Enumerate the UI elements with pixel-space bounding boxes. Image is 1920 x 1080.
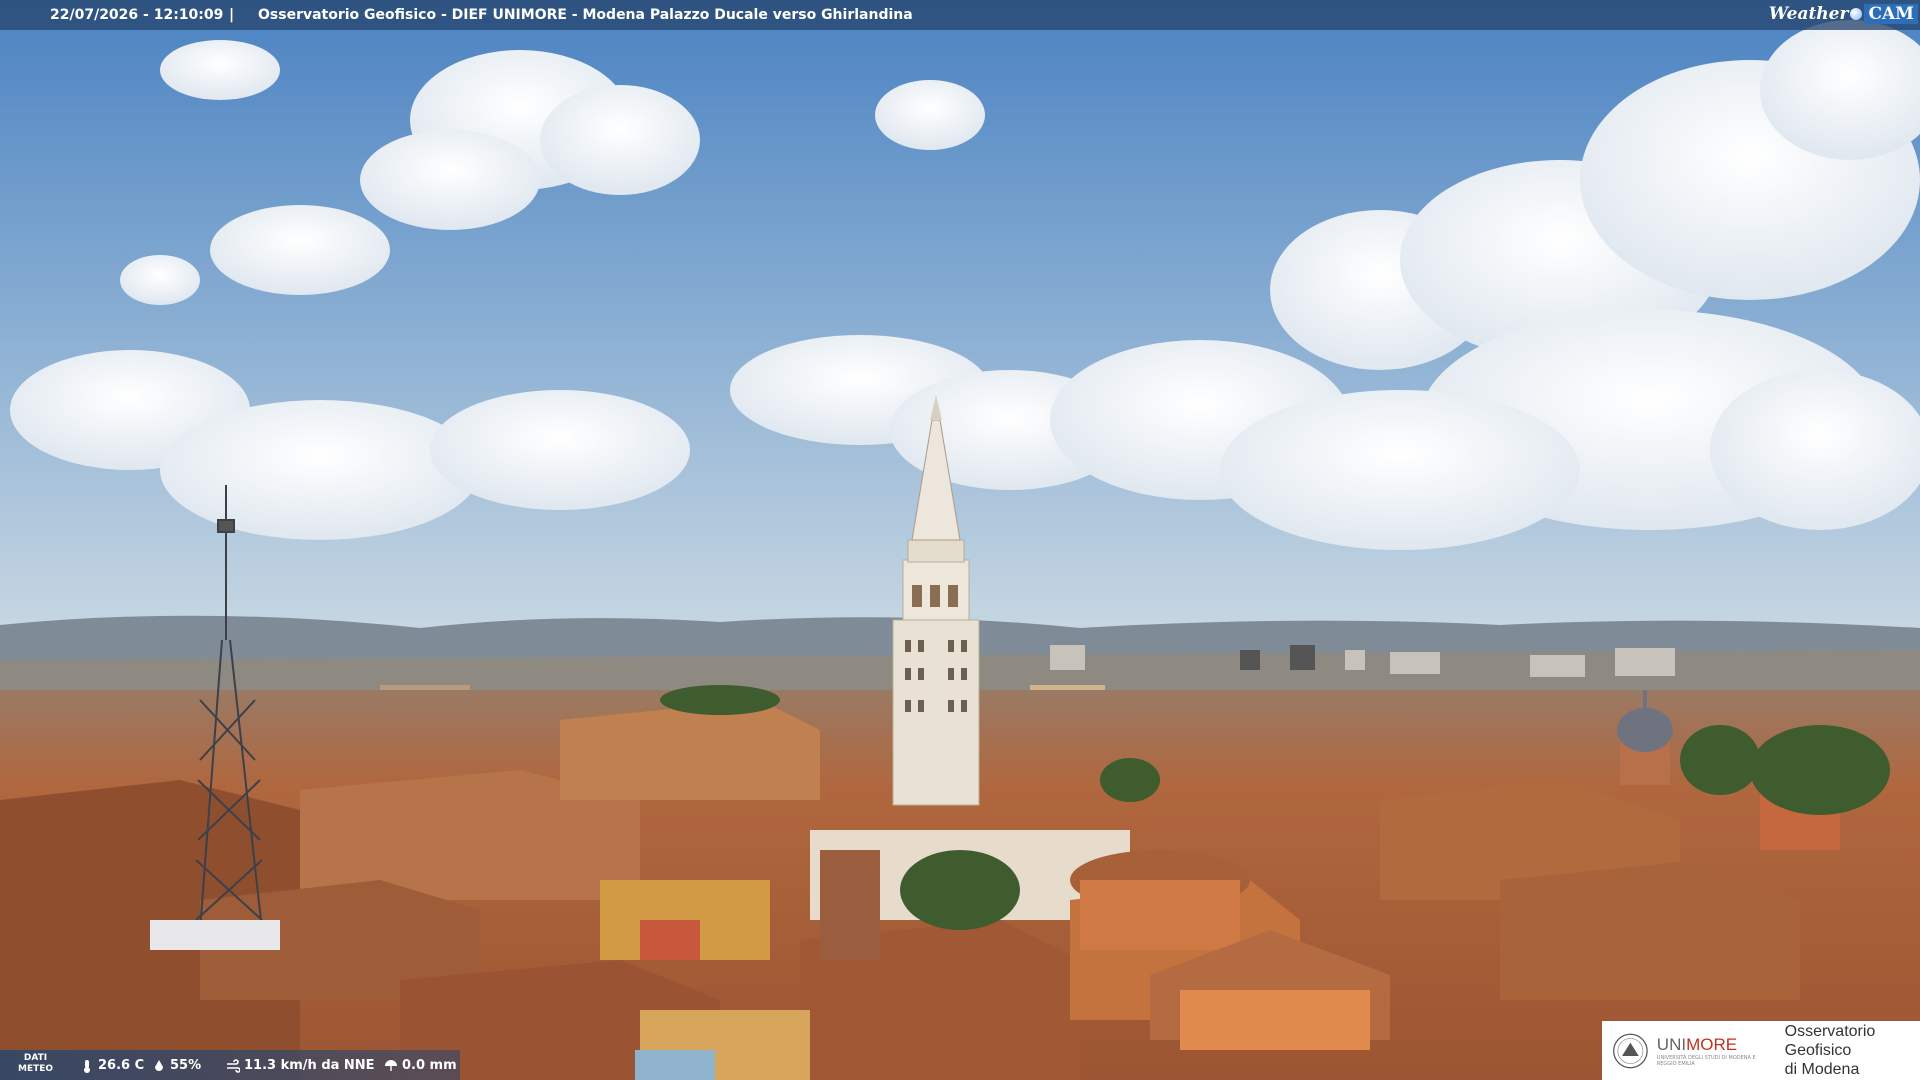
observatory-name: Osservatorio Geofisico di Modena xyxy=(1785,1022,1920,1079)
droplet-icon xyxy=(155,1059,163,1071)
temperature-reading: 26.6 C xyxy=(80,1058,144,1073)
wind-reading: 11.3 km/h da NNE xyxy=(226,1058,375,1073)
wind-value: 11.3 km/h da NNE xyxy=(244,1058,375,1073)
wind-icon xyxy=(227,1058,240,1073)
uni-subtitle: UNIVERSITÀ DEGLI STUDI DI MODENA E REGGI… xyxy=(1656,1054,1756,1067)
humidity-value: 55% xyxy=(170,1058,202,1073)
rain-value: 0.0 mm xyxy=(402,1058,457,1073)
university-seal-icon xyxy=(1613,1033,1648,1068)
observatory-line1: Osservatorio Geofisico xyxy=(1784,1023,1876,1059)
unimore-logo: UNIMORE UNIVERSITÀ DEGLI STUDI DI MODENA… xyxy=(1657,1035,1773,1067)
observatory-line2: di Modena xyxy=(1784,1061,1860,1078)
weather-data-bar: DATI METEO 26.6 C 55% 11.3 km/h da NNE 0… xyxy=(0,1050,460,1080)
humidity-reading: 55% xyxy=(152,1058,201,1073)
weather-label-line1: DATI xyxy=(23,1053,48,1063)
weather-data-label: DATI METEO xyxy=(18,1053,53,1075)
webcam-title-bar: 22/07/2026 - 12:10:09 | Osservatorio Geo… xyxy=(0,0,1920,30)
weathercam-logo: Weather CAM xyxy=(1769,0,1918,28)
umbrella-icon xyxy=(385,1059,397,1071)
antenna-base xyxy=(150,920,280,950)
rain-reading: 0.0 mm xyxy=(384,1058,457,1073)
title-separator: | xyxy=(229,7,235,23)
webcam-title: Osservatorio Geofisico - DIEF UNIMORE - … xyxy=(258,7,913,23)
logo-cam-text: CAM xyxy=(1864,4,1918,24)
webcam-scene xyxy=(0,0,1920,1080)
unimore-branding: UNIMORE UNIVERSITÀ DEGLI STUDI DI MODENA… xyxy=(1602,1021,1920,1080)
logo-globe-icon xyxy=(1850,8,1863,20)
uni-suffix: MORE xyxy=(1686,1034,1738,1054)
thermometer-icon xyxy=(84,1059,90,1073)
logo-weather-text: Weather xyxy=(1768,4,1849,24)
uni-prefix: UNI xyxy=(1656,1034,1687,1054)
temperature-value: 26.6 C xyxy=(98,1058,145,1073)
timestamp: 22/07/2026 - 12:10:09 xyxy=(50,7,224,23)
weather-label-line2: METEO xyxy=(18,1064,54,1074)
